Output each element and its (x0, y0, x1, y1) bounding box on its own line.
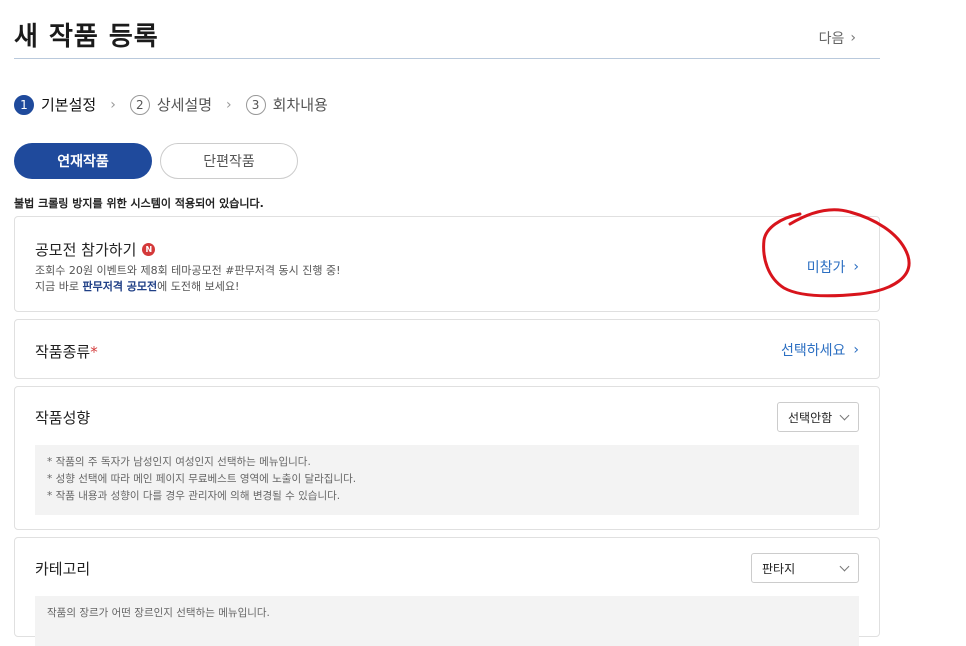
contest-desc-line1: 조회수 20원 이벤트와 제8회 테마공모전 #판무저격 동시 진행 중! (35, 264, 341, 277)
step-indicator: 1 기본설정 › 2 상세설명 › 3 회차내용 (14, 94, 342, 115)
serial-work-button[interactable]: 연재작품 (14, 143, 152, 179)
step-label: 기본설정 (41, 96, 97, 114)
next-label: 다음 (818, 31, 845, 47)
step-basic[interactable]: 1 기본설정 (14, 94, 96, 115)
category-select[interactable]: 판타지 (751, 553, 859, 583)
category-card: 카테고리 판타지 작품의 장르가 어떤 장르인지 선택하는 메뉴입니다. (14, 537, 880, 646)
step-number: 1 (14, 94, 34, 115)
contest-desc-line2: 지금 바로 판무저격 공모전에 도전해 보세요! (35, 279, 340, 295)
chevron-right-icon: › (853, 259, 859, 275)
tendency-selected: 선택안함 (788, 410, 833, 425)
step-episodes[interactable]: 3 회차내용 (245, 94, 328, 115)
genre-title: 작품종류* (35, 341, 98, 362)
chevron-down-icon (839, 410, 850, 420)
tendency-card: 작품성향 선택안함 * 작품의 주 독자가 남성인지 여성인지 선택하는 메뉴입… (14, 386, 880, 530)
category-title: 카테고리 (35, 560, 91, 578)
tendency-title: 작품성향 (35, 409, 91, 427)
crawling-notice: 불법 크롤링 방지를 위한 시스템이 적용되어 있습니다. (14, 197, 264, 210)
next-button[interactable]: 다음 › (819, 28, 856, 48)
contest-link-text: 판무저격 공모전 (82, 280, 158, 293)
chevron-right-icon: › (853, 342, 859, 358)
contest-description: 조회수 20원 이벤트와 제8회 테마공모전 #판무저격 동시 진행 중! 지금… (35, 263, 340, 295)
genre-card: 작품종류* 선택하세요 › (14, 319, 880, 379)
chevron-down-icon (839, 561, 850, 571)
chevron-right-icon: › (850, 30, 856, 46)
contest-join-button[interactable]: 미참가 › (807, 257, 859, 277)
page-title: 새 작품 등록 (14, 22, 159, 52)
hint-line: * 작품의 주 독자가 남성인지 여성인지 선택하는 메뉴입니다. (47, 456, 311, 468)
genre-label: 작품종류 (35, 343, 91, 361)
tendency-hints: * 작품의 주 독자가 남성인지 여성인지 선택하는 메뉴입니다. * 성향 선… (35, 445, 859, 515)
required-mark: * (90, 343, 98, 361)
contest-title-row: 공모전 참가하기 N (35, 239, 156, 260)
contest-status: 미참가 (806, 260, 846, 276)
step-number: 2 (129, 94, 150, 115)
category-hints: 작품의 장르가 어떤 장르인지 선택하는 메뉴입니다. (35, 596, 859, 646)
chevron-right-icon: › (226, 96, 232, 113)
single-work-button[interactable]: 단편작품 (160, 143, 298, 179)
step-detail[interactable]: 2 상세설명 (129, 94, 213, 115)
category-selected: 판타지 (762, 561, 796, 576)
step-number: 3 (245, 94, 266, 115)
contest-title: 공모전 참가하기 (35, 241, 137, 259)
genre-select-label: 선택하세요 (780, 343, 846, 359)
step-label: 회차내용 (272, 96, 328, 114)
contest-desc-suffix: 에 도전해 보세요! (157, 280, 240, 293)
contest-card: 공모전 참가하기 N 조회수 20원 이벤트와 제8회 테마공모전 #판무저격 … (14, 216, 880, 312)
work-type-tabs: 연재작품 단편작품 (14, 143, 298, 179)
hint-line: * 성향 선택에 따라 메인 페이지 무료베스트 영역에 노출이 달라집니다. (47, 473, 357, 485)
chevron-right-icon: › (110, 96, 116, 113)
page-header: 새 작품 등록 다음 › (14, 14, 880, 59)
contest-desc-prefix: 지금 바로 (35, 280, 83, 293)
hint-line: * 작품 내용과 성향이 다를 경우 관리자에 의해 변경될 수 있습니다. (47, 490, 341, 502)
step-label: 상세설명 (156, 96, 213, 114)
tendency-select[interactable]: 선택안함 (777, 402, 859, 432)
new-badge-icon: N (142, 243, 156, 256)
genre-select-button[interactable]: 선택하세요 › (781, 340, 859, 360)
